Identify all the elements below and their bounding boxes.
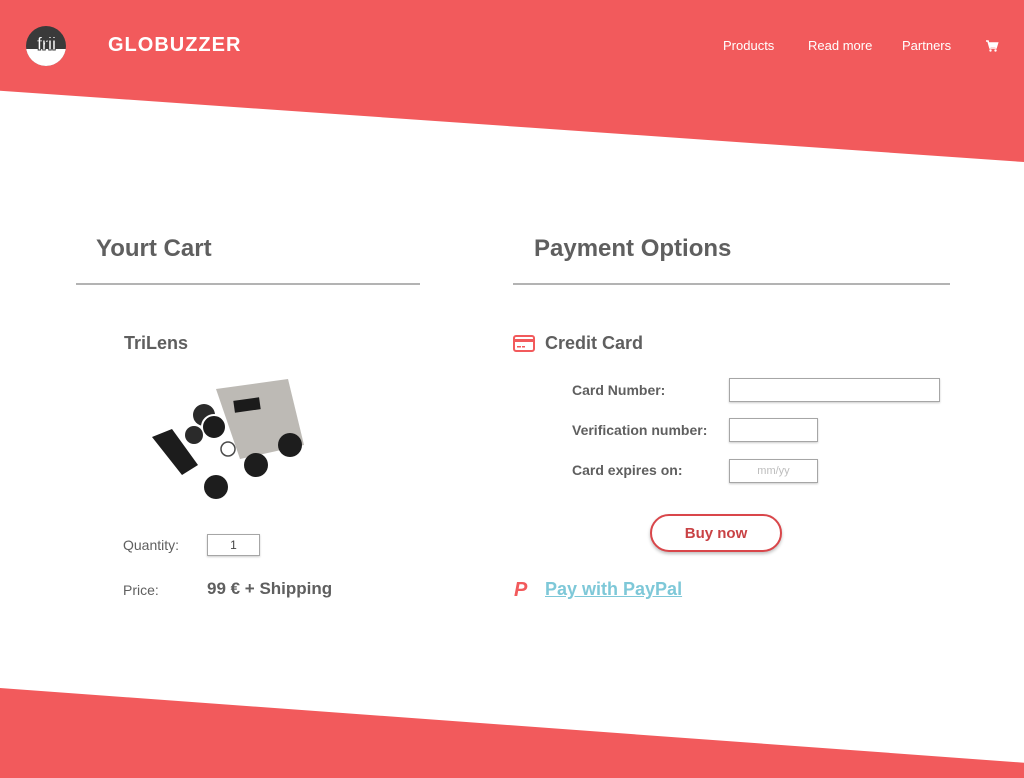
price-label: Price: (123, 582, 159, 598)
lens-ring (220, 441, 236, 457)
credit-card-title: Credit Card (545, 333, 644, 353)
payment-divider (513, 283, 950, 285)
brand-name[interactable]: GLOBUZZER (108, 34, 241, 57)
card-number-label: Card Number: (572, 382, 666, 398)
verification-number-label: Verification number: (572, 422, 708, 438)
lens-cap (204, 475, 228, 499)
lens-cap (278, 433, 302, 457)
payment-title: Payment Options (534, 235, 732, 262)
nav-products[interactable]: Products (723, 38, 774, 53)
logo-text: frii (36, 34, 57, 55)
card-number-field[interactable] (729, 378, 940, 402)
cart-divider (76, 283, 420, 285)
buy-now-button[interactable]: Buy now (650, 514, 782, 552)
card-expires-label: Card expires on: (572, 462, 683, 478)
product-image (152, 379, 304, 499)
price-value: 99 € + Shipping (207, 579, 333, 598)
quantity-label: Quantity: (123, 537, 180, 553)
quantity-input[interactable] (207, 534, 260, 556)
shopping-cart-icon[interactable] (985, 39, 999, 53)
lens-clip (152, 404, 227, 475)
product-name: TriLens (124, 333, 189, 353)
lens-cap (244, 453, 268, 477)
verification-number-field[interactable] (729, 418, 818, 442)
card-expires-field[interactable] (729, 459, 818, 483)
pay-with-paypal-link[interactable]: Pay with PayPal (545, 579, 682, 600)
cart-title: Yourt Cart (96, 235, 212, 262)
nav-read-more[interactable]: Read more (808, 38, 872, 53)
logo[interactable]: frii (26, 26, 66, 66)
header-background (0, 0, 1024, 162)
nav-partners[interactable]: Partners (902, 38, 951, 53)
credit-card-icon (513, 335, 535, 352)
paypal-icon: P (514, 579, 528, 601)
footer-background (0, 688, 1024, 778)
